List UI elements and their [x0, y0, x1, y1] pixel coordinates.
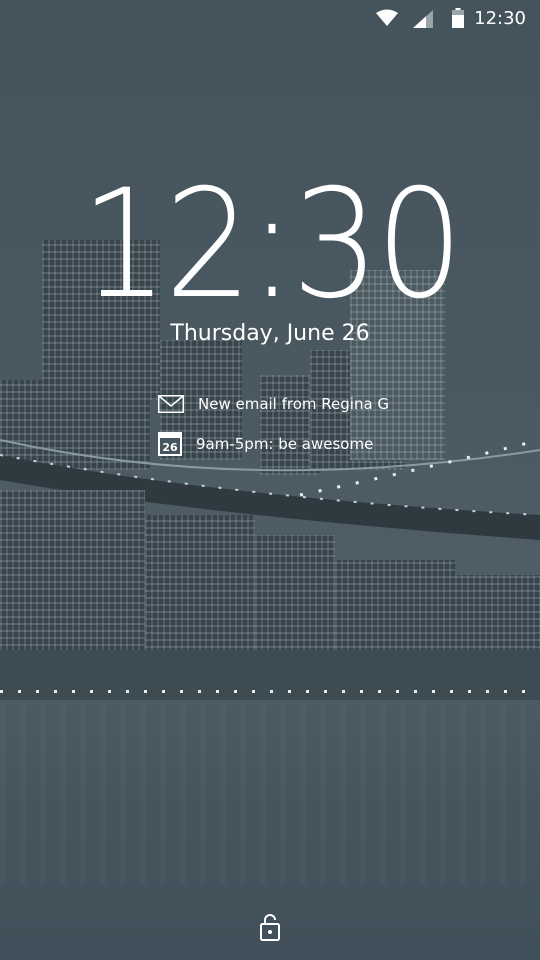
wallpaper-shore-lights: [0, 690, 540, 693]
cell-signal-icon: [413, 10, 433, 28]
notification-email[interactable]: New email from Regina G: [158, 391, 389, 417]
status-bar-time: 12:30: [474, 8, 526, 29]
battery-icon: [452, 8, 464, 28]
wallpaper-building: [255, 535, 335, 655]
wallpaper-shoreline: [0, 650, 540, 705]
wallpaper-building: [0, 490, 145, 660]
calendar-icon: 26: [158, 432, 182, 456]
notification-calendar-text: 9am-5pm: be awesome: [196, 435, 374, 453]
wallpaper-building: [455, 575, 540, 655]
mail-icon: [158, 395, 184, 413]
notification-calendar[interactable]: 26 9am-5pm: be awesome: [158, 431, 373, 457]
wallpaper-reflection: [0, 705, 540, 885]
wifi-icon: [376, 9, 398, 26]
lockscreen-clock: 12:30: [0, 170, 540, 320]
lockscreen-date: Thursday, June 26: [170, 321, 370, 346]
calendar-icon-day: 26: [162, 441, 178, 454]
clock-time: 12:30: [80, 158, 463, 332]
wallpaper-building: [335, 560, 455, 655]
lock-icon[interactable]: [260, 912, 280, 942]
status-bar: 12:30: [0, 0, 540, 36]
wallpaper-building: [145, 515, 255, 655]
wallpaper: [0, 0, 540, 960]
notification-email-text: New email from Regina G: [198, 395, 390, 413]
